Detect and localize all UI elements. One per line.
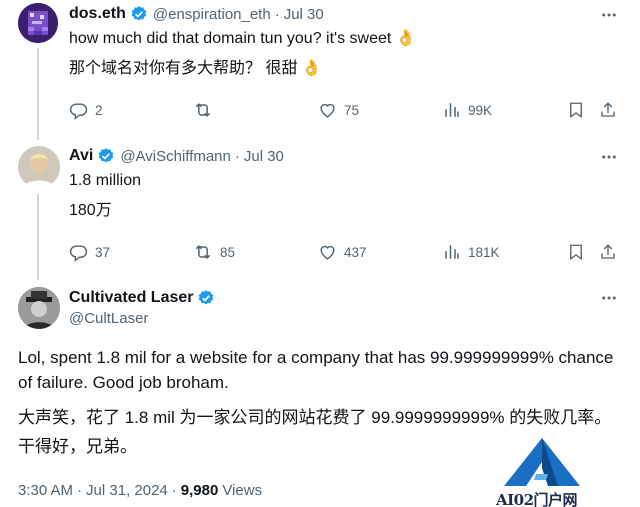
more-options-icon[interactable] bbox=[600, 148, 618, 171]
reply-icon bbox=[69, 244, 88, 262]
bookmark-button[interactable] bbox=[567, 101, 585, 119]
retweet-icon bbox=[195, 245, 211, 259]
tweet-date[interactable]: Jul 30 bbox=[244, 148, 284, 165]
retweet-icon bbox=[195, 103, 211, 117]
reply-button[interactable]: 2 bbox=[69, 101, 103, 120]
retweet-button[interactable] bbox=[193, 100, 213, 120]
watermark-text: AI02门户网 bbox=[496, 491, 578, 507]
avatar[interactable] bbox=[18, 146, 60, 188]
logo-triangle-icon bbox=[504, 438, 580, 486]
retweet-button[interactable]: 85 bbox=[193, 242, 235, 262]
author-handle[interactable]: @AviSchiffmann bbox=[120, 148, 231, 165]
thread-line bbox=[37, 194, 39, 280]
author-handle[interactable]: @CultLaser bbox=[69, 310, 148, 327]
tweet-text: how much did that domain tun you? it's s… bbox=[69, 30, 416, 47]
thread-line bbox=[37, 48, 39, 140]
heart-icon bbox=[320, 103, 335, 118]
views-button[interactable]: 99K bbox=[443, 101, 492, 119]
author-handle[interactable]: @enspiration_eth bbox=[153, 6, 271, 23]
analytics-icon bbox=[445, 103, 459, 117]
avatar[interactable] bbox=[18, 3, 58, 43]
author-name[interactable]: Avi bbox=[69, 147, 93, 165]
like-button[interactable]: 75 bbox=[318, 101, 359, 120]
more-options-icon[interactable] bbox=[600, 289, 618, 312]
share-icon bbox=[601, 244, 615, 259]
heart-icon bbox=[320, 245, 335, 260]
tweet-actions: 2 75 99K bbox=[0, 100, 640, 120]
bookmark-icon bbox=[570, 244, 582, 261]
tweet-meta: 3:30 AM · Jul 31, 2024 · 9,980 Views bbox=[18, 482, 263, 499]
analytics-icon bbox=[445, 245, 459, 259]
tweet-text: Lol, spent 1.8 mil for a website for a c… bbox=[18, 348, 614, 392]
reply-icon bbox=[69, 102, 88, 120]
views-label: Views bbox=[222, 482, 263, 499]
watermark-logo: AI02门户网 bbox=[496, 436, 596, 507]
tweet-date[interactable]: Jul 31, 2024 bbox=[86, 482, 168, 499]
tweet-date[interactable]: Jul 30 bbox=[284, 6, 324, 23]
verified-badge-icon bbox=[97, 147, 115, 165]
views-button[interactable]: 181K bbox=[443, 243, 500, 261]
more-options-icon[interactable] bbox=[600, 6, 618, 29]
views-count: 9,980 bbox=[180, 482, 219, 499]
verified-badge-icon bbox=[130, 5, 148, 23]
person-avatar-icon bbox=[18, 287, 60, 329]
tweet-text: 1.8 million bbox=[69, 172, 142, 189]
tweet-time[interactable]: 3:30 AM bbox=[18, 482, 73, 499]
pixel-avatar-icon bbox=[18, 3, 58, 43]
like-button[interactable]: 437 bbox=[318, 243, 367, 262]
share-icon bbox=[601, 102, 615, 117]
bookmark-icon bbox=[570, 102, 582, 119]
share-button[interactable] bbox=[599, 101, 617, 119]
verified-badge-icon bbox=[197, 289, 215, 307]
tweet-translation: 那个域名对你有多大帮助？ 很甜 👌 bbox=[69, 60, 322, 77]
tweet-actions: 37 85 437 181K bbox=[0, 242, 640, 262]
author-name[interactable]: Cultivated Laser bbox=[69, 289, 193, 307]
bookmark-button[interactable] bbox=[567, 243, 585, 261]
person-avatar-icon bbox=[18, 146, 60, 188]
share-button[interactable] bbox=[599, 243, 617, 261]
avatar[interactable] bbox=[18, 287, 60, 329]
tweet-translation: 180万 bbox=[69, 202, 112, 219]
reply-button[interactable]: 37 bbox=[69, 243, 110, 262]
author-name[interactable]: dos.eth bbox=[69, 5, 126, 23]
